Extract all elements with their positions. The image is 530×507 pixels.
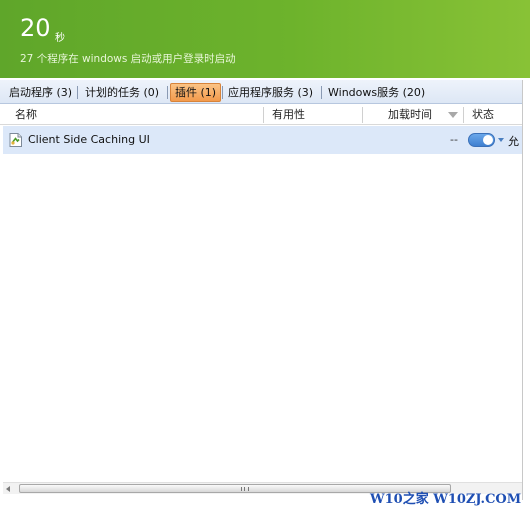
grip-icon [241,487,249,491]
tab-windows-services[interactable]: Windows服务 (20) [324,83,429,102]
column-header-useful[interactable]: 有用性 [272,105,305,125]
plugin-usefulness: -- [450,133,458,146]
column-header-row: 名称 有用性 加载时间 状态 [0,105,522,125]
startup-summary-text: 27 个程序在 windows 启动或用户登录时启动 [20,53,236,65]
tab-plugins[interactable]: 插件 (1) [170,83,222,102]
column-header-status[interactable]: 状态 [472,105,494,125]
chevron-down-icon[interactable] [498,138,504,142]
tab-divider [167,86,168,99]
site-watermark: W10之家 W10ZJ.COM [370,492,522,507]
tab-divider [222,86,223,99]
summary-header: 20 秒 27 个程序在 windows 启动或用户登录时启动 [0,0,530,78]
tab-scheduled-tasks[interactable]: 计划的任务 (0) [81,83,163,102]
plugin-status: 允 [508,135,519,148]
sort-descending-icon[interactable] [448,112,458,118]
category-tab-bar: 启动程序 (3) 计划的任务 (0) 插件 (1) 应用程序服务 (3) Win… [0,80,522,104]
scroll-left-arrow-icon[interactable] [6,486,10,492]
column-header-name[interactable]: 名称 [15,105,37,125]
panel-border [522,80,523,500]
startup-time-unit: 秒 [55,33,65,44]
table-row[interactable]: Client Side Caching UI -- 允 [3,126,522,154]
toggle-knob [483,135,493,145]
plugin-enable-toggle[interactable] [468,133,495,147]
column-divider[interactable] [263,107,264,123]
plugin-name: Client Side Caching UI [28,133,150,146]
tab-divider [321,86,322,99]
column-divider[interactable] [362,107,363,123]
plugin-file-icon [9,133,22,147]
tab-app-services[interactable]: 应用程序服务 (3) [224,83,317,102]
column-divider[interactable] [463,107,464,123]
tab-divider [77,86,78,99]
column-header-load-time[interactable]: 加载时间 [388,105,432,125]
tab-startup-programs[interactable]: 启动程序 (3) [5,83,76,102]
startup-time-value: 20 [20,14,51,42]
